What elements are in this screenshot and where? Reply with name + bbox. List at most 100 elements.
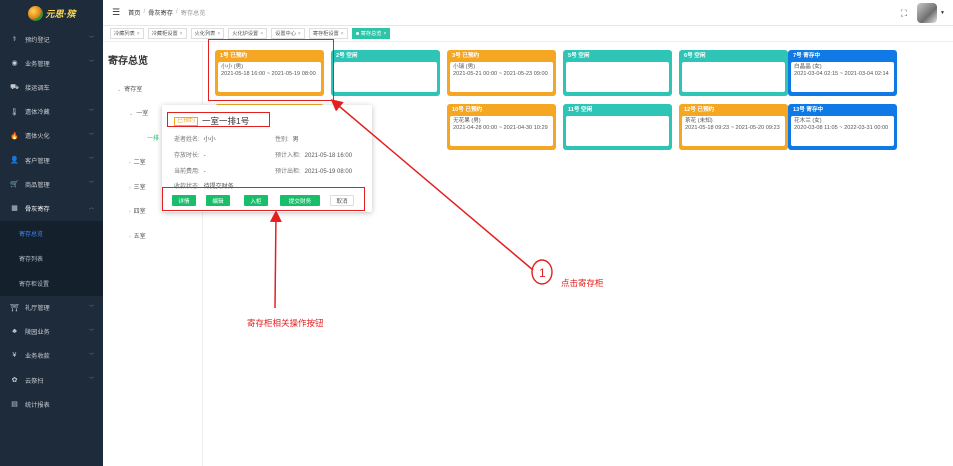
tab-label: 冷藏柜设置 xyxy=(151,31,178,37)
close-icon[interactable]: × xyxy=(217,31,220,37)
deceased-value: 小小 xyxy=(203,137,216,143)
tab-label: 火化列表 xyxy=(194,31,216,37)
cabinet-card-header: 5号 空闲 xyxy=(568,53,590,59)
tree-room-3[interactable]: › 三室 xyxy=(129,182,146,191)
sidebar-item[interactable]: ¥ 业务收款 ﹀ xyxy=(0,344,103,368)
tree-room-2[interactable]: › 二室 xyxy=(129,157,146,166)
chevron-down-icon: ﹀ xyxy=(88,36,94,42)
cabinet-card[interactable]: 12号 已预约 茶花 (未知) 2021-05-18 09:23 ~ 2021-05… xyxy=(679,104,788,150)
cabinet-card[interactable]: 7号 寄存中 白晶晶 (女) 2021-03-04 02:15 ~ 2021-03-… xyxy=(788,50,897,96)
chevron-down-icon[interactable]: ▼ xyxy=(940,10,945,16)
tree-label: 四室 xyxy=(133,209,146,215)
chevron-right-icon: › xyxy=(129,160,131,166)
annotation-arrow xyxy=(269,210,282,309)
sidebar-item[interactable]: 🛒 商品管理 ﹀ xyxy=(0,172,103,196)
cabinet-card[interactable]: 10号 已预约 无花果 (男) 2021-04-28 00:00 ~ 2021-04… xyxy=(447,104,556,150)
sidebar-subitem[interactable]: 寄存列表 xyxy=(0,246,103,271)
cabinet-card[interactable]: 5号 空闲 xyxy=(563,50,672,96)
sidebar-item[interactable]: ▤ 统计报表 xyxy=(0,392,103,416)
sidebar-item[interactable]: 🔥 遗体火化 ﹀ xyxy=(0,124,103,148)
tree-room-1[interactable]: ⌄ 一室 xyxy=(129,108,148,117)
truck-icon: ⛟ xyxy=(10,83,19,91)
chevron-down-icon: ﹀ xyxy=(88,304,94,311)
sidebar-item[interactable]: 👤 客户管理 ﹀ xyxy=(0,148,103,172)
deceased-label: 逝者姓名: xyxy=(174,137,200,143)
close-icon[interactable]: × xyxy=(383,31,386,37)
cabinet-card-body: 花木兰 (女) 2020-03-08 11:05 ~ 2022-03-31 00:… xyxy=(791,116,894,146)
tree-room-5[interactable]: › 五室 xyxy=(129,231,146,240)
cabinet-card-body: 无花果 (男) 2021-04-28 00:00 ~ 2021-04-30 10:… xyxy=(450,116,553,146)
cabinet-card[interactable]: 6号 空闲 xyxy=(679,50,788,96)
cabinet-card[interactable]: 11号 空闲 xyxy=(563,104,672,150)
cabinet-card-body xyxy=(682,62,785,92)
annotation-number: 1 xyxy=(539,266,546,280)
cabinet-card[interactable]: 3号 已预约 小瑞 (男) 2021-05-21 00:00 ~ 2021-05-2… xyxy=(447,50,556,96)
tree-label: 五室 xyxy=(133,234,146,240)
tab[interactable]: 设置中心 × xyxy=(271,28,305,39)
sidebar-item[interactable]: ✿ 云祭扫 ﹀ xyxy=(0,368,103,392)
cabinet-card-body: 茶花 (未知) 2021-05-18 09:23 ~ 2021-05-20 09:… xyxy=(682,116,785,146)
sidebar-item[interactable]: ◉ 业务管理 ﹀ xyxy=(0,51,103,75)
duration-value: - xyxy=(203,153,206,159)
annotation-box-title xyxy=(167,112,270,127)
out-time-value: 2021-05-19 08:00 xyxy=(304,169,353,175)
tree-root[interactable]: ⌄ 寄存室 xyxy=(117,84,142,93)
sidebar-item[interactable]: ⚕ 预约登记 ﹀ xyxy=(0,27,103,51)
sidebar-item-label: 陵园业务 xyxy=(25,329,50,337)
close-icon[interactable]: × xyxy=(298,31,301,37)
breadcrumb-home[interactable]: 首页 xyxy=(128,8,140,17)
close-icon[interactable]: × xyxy=(180,31,183,37)
tab-label: 冷藏列表 xyxy=(114,31,135,37)
money-icon: ¥ xyxy=(12,352,17,360)
sidebar-subitem[interactable]: 寄存柜设置 xyxy=(0,271,103,296)
occupancy-time: 2021-04-28 00:00 ~ 2021-04-30 10:29 xyxy=(453,125,548,131)
tab[interactable]: 寄存总览 × xyxy=(351,28,391,39)
tree-label: 一室 xyxy=(136,111,149,117)
tab-label: 寄存总览 xyxy=(360,31,382,37)
chevron-down-icon: ﹀ xyxy=(88,60,94,67)
fire-icon: 🔥 xyxy=(10,132,19,140)
target-icon: ◉ xyxy=(11,60,18,68)
close-icon[interactable]: × xyxy=(137,31,140,37)
annotation-buttons-text: 寄存柜相关操作按钮 xyxy=(247,318,324,328)
cabinet-card[interactable]: 13号 寄存中 花木兰 (女) 2020-03-08 11:05 ~ 2022-03… xyxy=(788,104,897,150)
sidebar-item[interactable]: ⛩ 礼厅管理 ﹀ xyxy=(0,296,103,320)
thermometer-icon: 🌡 xyxy=(10,108,19,116)
cabinet-card[interactable]: 2号 空闲 xyxy=(331,50,440,96)
chevron-down-icon: ﹀ xyxy=(88,377,94,384)
sidebar-item-label: 业务管理 xyxy=(25,60,50,68)
tab[interactable]: 寄存柜设置 × xyxy=(308,28,348,39)
tab[interactable]: 冷藏列表 × xyxy=(110,28,144,39)
chevron-right-icon: › xyxy=(129,185,131,191)
sidebar-submenu: 寄存总览 寄存列表 寄存柜设置 xyxy=(0,220,103,296)
sidebar-item-label: 商品管理 xyxy=(25,181,50,189)
avatar[interactable] xyxy=(917,3,938,23)
tree-room-4[interactable]: › 四室 xyxy=(129,206,146,215)
cabinet-card-header: 7号 寄存中 xyxy=(793,53,821,59)
tab[interactable]: 火化列表 × xyxy=(190,28,225,39)
sidebar-subitem[interactable]: 寄存总览 xyxy=(0,221,103,246)
sidebar-item[interactable]: ⛟ 接运调车 xyxy=(0,75,103,99)
occupant-name: 小瑞 (男) xyxy=(453,64,476,70)
fullscreen-icon[interactable]: ⛶ xyxy=(901,8,907,19)
tab[interactable]: 火化炉设置 × xyxy=(228,28,268,39)
close-icon[interactable]: × xyxy=(260,31,263,37)
menu-toggle-icon[interactable]: ☰ xyxy=(112,7,120,18)
page-title: 寄存总览 xyxy=(108,56,148,67)
cabinet-card-body xyxy=(334,62,437,92)
close-icon[interactable]: × xyxy=(341,31,344,37)
grid-icon: ▦ xyxy=(11,205,18,213)
chevron-down-icon: ﹀ xyxy=(88,328,94,335)
sidebar-item[interactable]: 🌡 遗体冷藏 ﹀ xyxy=(0,100,103,124)
breadcrumb-separator: / xyxy=(143,8,146,15)
tree-row-1[interactable]: 一排 xyxy=(147,133,159,142)
annotation-box-buttons xyxy=(162,187,365,211)
chevron-down-icon: ﹀ xyxy=(88,108,94,115)
sidebar-item[interactable]: ▦ 骨灰寄存 ︿ xyxy=(0,196,103,220)
chevron-down-icon: ﹀ xyxy=(88,352,94,359)
sidebar-item[interactable]: ♣ 陵园业务 ﹀ xyxy=(0,320,103,344)
sidebar-item-label: 云祭扫 xyxy=(25,377,44,385)
chevron-down-icon: ⌄ xyxy=(117,87,122,93)
tab[interactable]: 冷藏柜设置 × xyxy=(147,28,187,39)
fee-label: 当前费用: xyxy=(174,169,200,175)
